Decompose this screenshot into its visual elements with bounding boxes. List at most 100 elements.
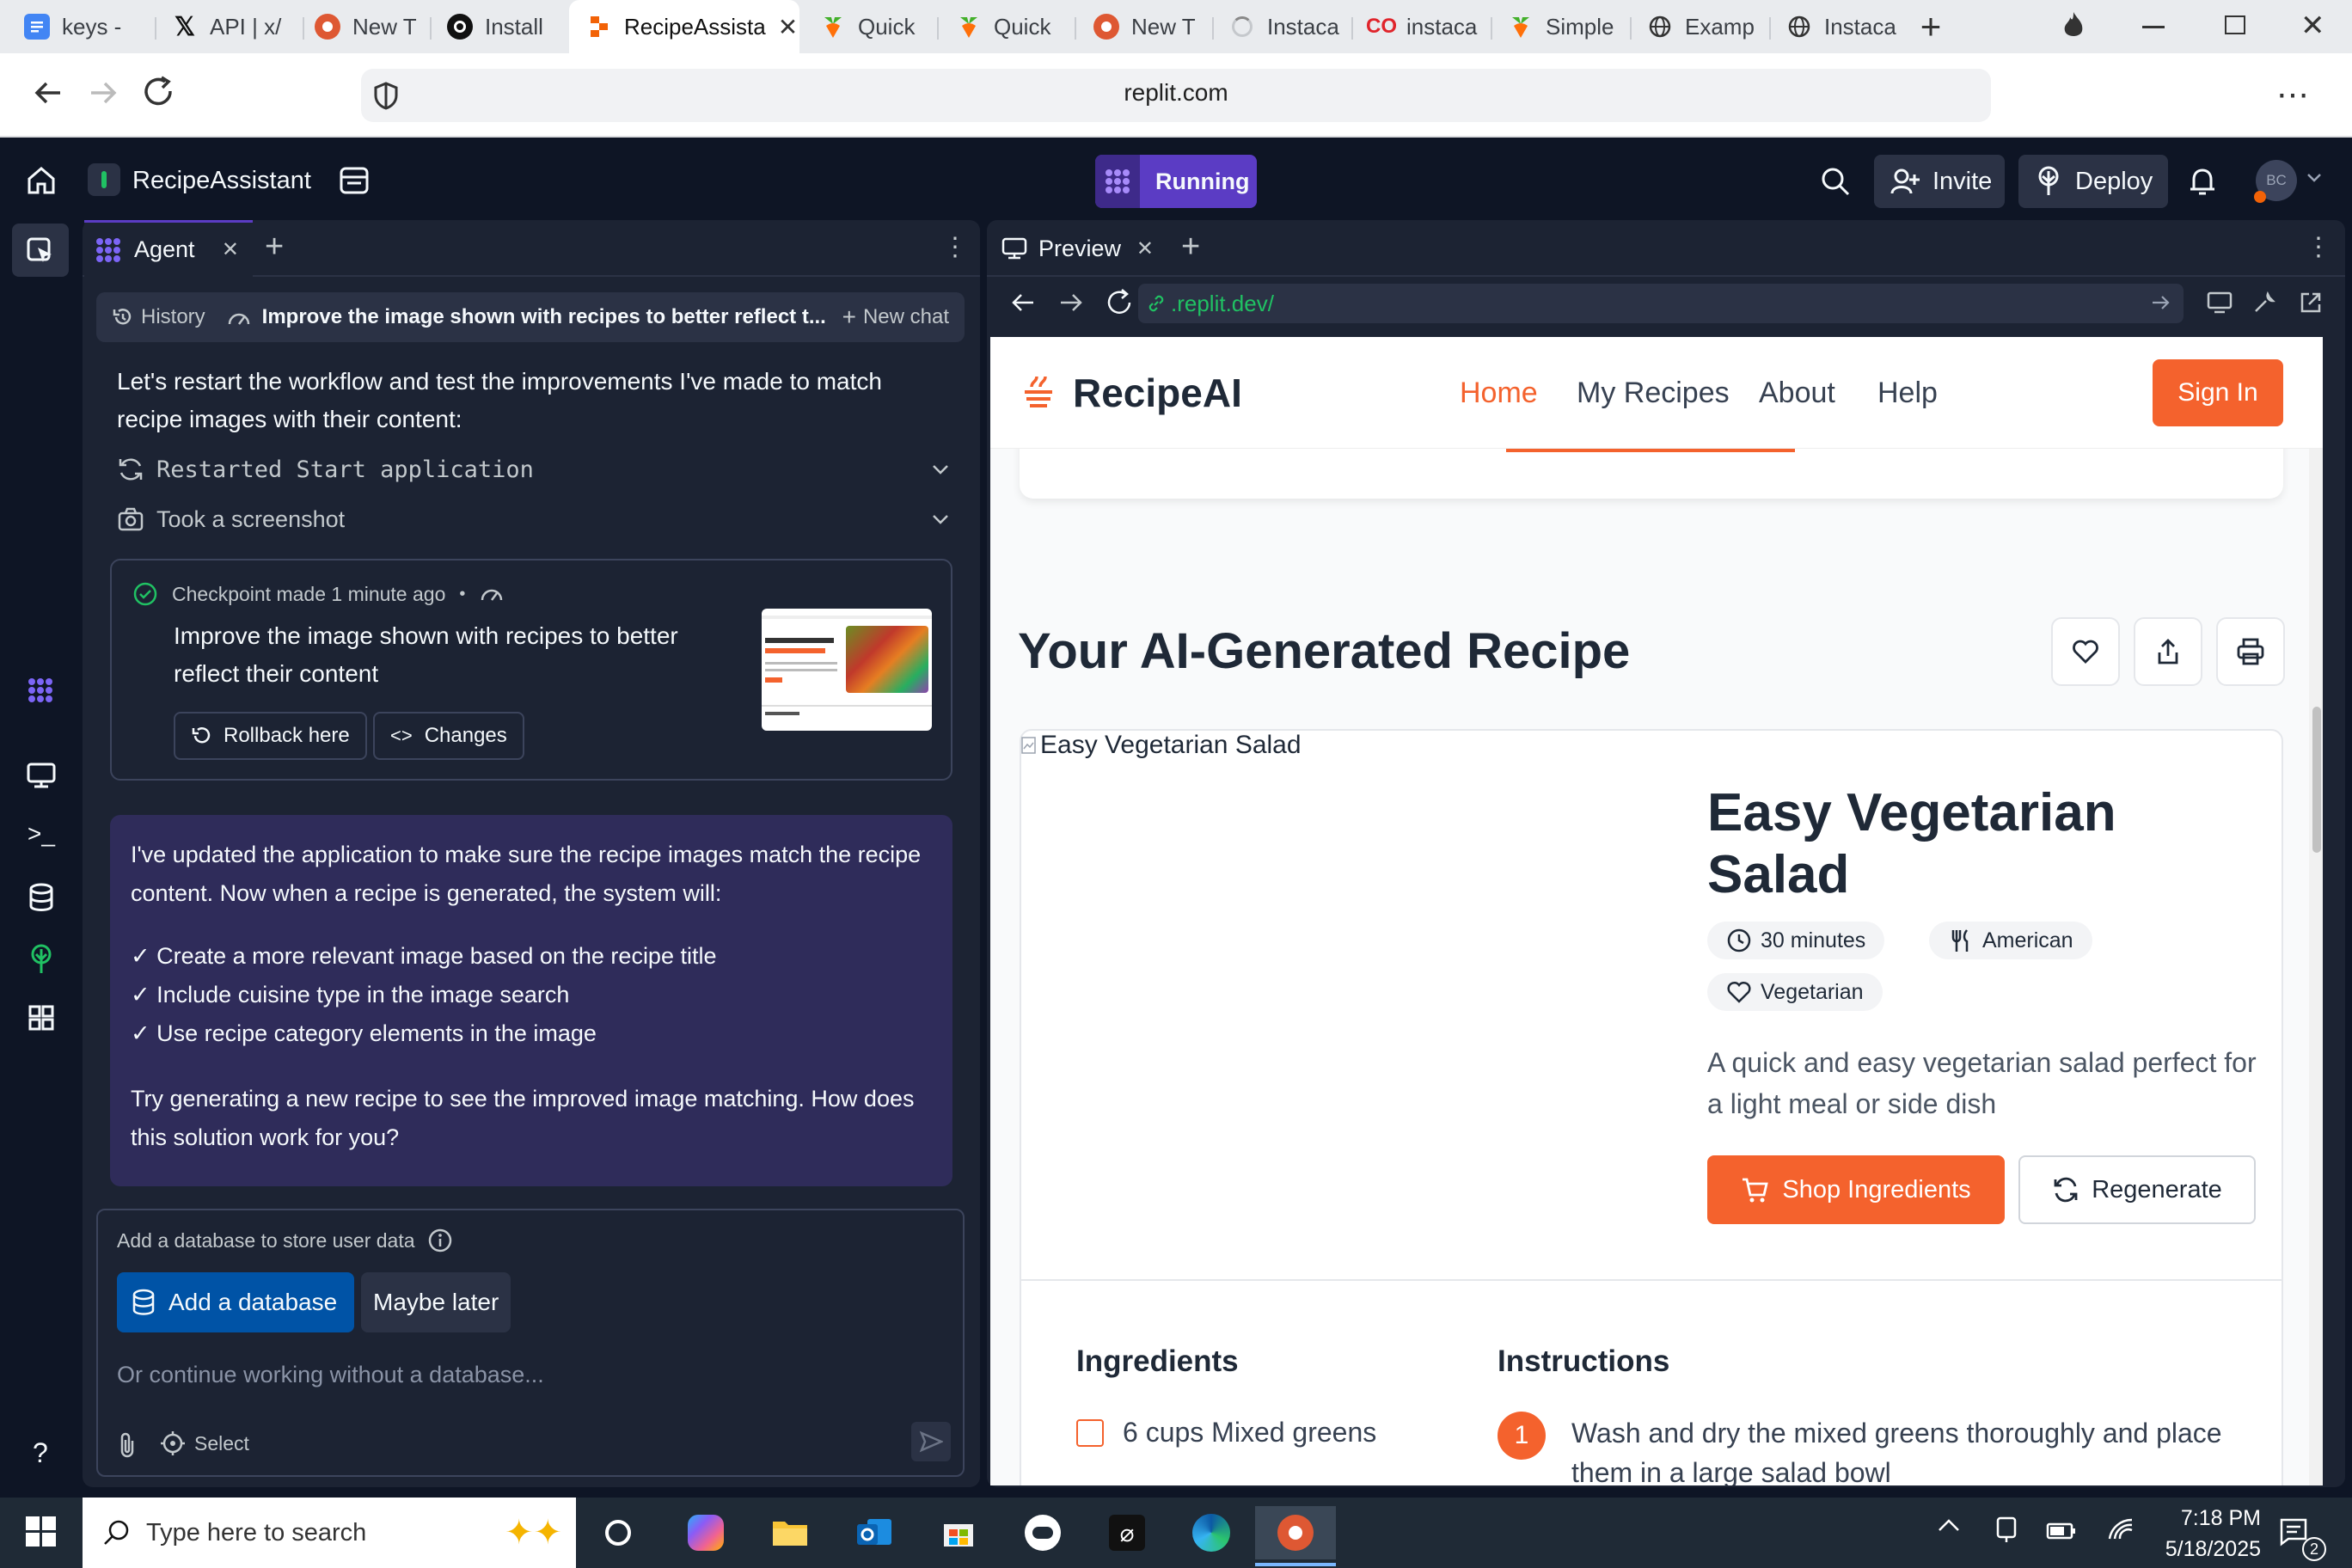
restore-icon[interactable]	[2225, 15, 2245, 34]
taskbar-search[interactable]: Type here to search ✦✦	[83, 1498, 576, 1568]
browser-tab[interactable]: CO instaca	[1351, 7, 1489, 46]
browser-tab[interactable]: Quick	[939, 7, 1068, 46]
cortana-icon[interactable]	[591, 1506, 645, 1559]
paperclip-icon[interactable]	[117, 1430, 138, 1460]
reload-icon[interactable]	[141, 74, 177, 110]
browser-tab[interactable]: Install	[430, 7, 567, 46]
tab-options-icon[interactable]: ⋮	[942, 232, 968, 262]
sign-in-button[interactable]: Sign In	[2153, 359, 2283, 426]
preview-rail-icon[interactable]	[26, 762, 57, 789]
close-tab-icon[interactable]: ✕	[778, 13, 798, 41]
nav-my-recipes[interactable]: My Recipes	[1577, 377, 1730, 410]
share-button[interactable]	[2134, 617, 2202, 686]
help-icon[interactable]: ?	[33, 1437, 48, 1469]
devtools-wrench-icon[interactable]	[2251, 289, 2278, 316]
browser-tab[interactable]: Quick	[803, 7, 932, 46]
preview-reload-icon[interactable]	[1104, 287, 1135, 318]
nav-help[interactable]: Help	[1877, 377, 1938, 410]
copilot-icon[interactable]	[679, 1506, 732, 1559]
go-arrow-icon[interactable]	[2149, 291, 2173, 315]
browser-tab-active[interactable]: RecipeAssista ✕	[569, 0, 799, 53]
devices-icon[interactable]	[2206, 291, 2233, 316]
wifi-icon[interactable]	[2106, 1516, 2135, 1542]
favorite-button[interactable]	[2051, 617, 2120, 686]
toggle-sidebar-icon[interactable]	[12, 224, 69, 277]
windows-start-icon[interactable]	[26, 1516, 57, 1547]
outlook-icon[interactable]	[848, 1506, 901, 1559]
nav-home[interactable]: Home	[1460, 377, 1538, 410]
preview-url-bar[interactable]: .replit.dev/	[1138, 284, 2184, 323]
back-arrow-icon[interactable]	[31, 76, 65, 110]
action-screenshot[interactable]: Took a screenshot	[117, 500, 951, 538]
project-icon[interactable]	[88, 163, 120, 196]
browser-tab[interactable]: Examp	[1630, 7, 1767, 46]
print-button[interactable]	[2216, 617, 2285, 686]
page-scrollbar[interactable]	[2309, 337, 2323, 1485]
regenerate-button[interactable]: Regenerate	[2018, 1155, 2256, 1224]
brand-name[interactable]: RecipeAI	[1073, 370, 1242, 416]
deployments-rail-icon[interactable]	[28, 944, 55, 975]
new-tab-plus-icon[interactable]: +	[1914, 9, 1948, 45]
ingredient-checkbox[interactable]	[1076, 1418, 1104, 1447]
flame-icon[interactable]	[2060, 10, 2087, 41]
meet-now-icon[interactable]	[1993, 1515, 2020, 1544]
tab-preview[interactable]: Preview ✕	[987, 220, 1167, 277]
changes-button[interactable]: <> Changes	[373, 712, 524, 760]
deploy-button[interactable]: Deploy	[2018, 155, 2168, 208]
open-new-tab-icon[interactable]	[2297, 289, 2324, 316]
new-chat-button[interactable]: + New chat	[842, 303, 949, 331]
project-name[interactable]: RecipeAssistant	[132, 167, 311, 195]
add-tab-icon[interactable]: +	[1181, 229, 1200, 266]
nav-about[interactable]: About	[1759, 377, 1835, 410]
minimize-icon[interactable]	[2142, 26, 2165, 28]
browser-tab[interactable]: New T	[1076, 7, 1205, 46]
game-controller-icon[interactable]	[1016, 1506, 1069, 1559]
home-icon[interactable]	[24, 163, 58, 198]
forward-arrow-icon[interactable]	[86, 76, 120, 110]
shell-rail-icon[interactable]: >_	[28, 820, 55, 848]
all-tools-rail-icon[interactable]	[28, 1004, 55, 1032]
shop-ingredients-button[interactable]: Shop Ingredients	[1707, 1155, 2005, 1224]
maybe-later-button[interactable]: Maybe later	[361, 1272, 511, 1332]
chevron-down-icon[interactable]	[2306, 172, 2323, 184]
run-status-button[interactable]: Running	[1095, 155, 1257, 208]
duckduckgo-browser-icon[interactable]	[1255, 1506, 1336, 1559]
preview-forward-icon[interactable]	[1057, 289, 1085, 316]
edge-icon[interactable]	[1185, 1506, 1238, 1559]
workspace-panel-icon[interactable]	[337, 163, 371, 198]
tab-options-icon[interactable]: ⋮	[2306, 232, 2331, 262]
checkpoint-thumbnail[interactable]	[762, 609, 932, 731]
action-restarted[interactable]: Restarted Start application	[117, 450, 951, 488]
add-tab-icon[interactable]: +	[265, 229, 284, 266]
battery-icon[interactable]	[2046, 1522, 2077, 1540]
ms-store-icon[interactable]	[932, 1506, 985, 1559]
browser-tab[interactable]: 𝕏 API | x/	[155, 7, 301, 46]
taskbar-clock[interactable]: 7:18 PM 5/18/2025	[2141, 1503, 2261, 1565]
send-button[interactable]	[911, 1422, 951, 1461]
brand-logo-icon[interactable]	[1018, 373, 1059, 414]
agent-input-field[interactable]: Or continue working without a database..…	[117, 1362, 942, 1400]
file-explorer-icon[interactable]	[763, 1506, 817, 1559]
app-icon[interactable]: ⌀	[1100, 1506, 1154, 1559]
select-element-button[interactable]: Select	[160, 1430, 249, 1456]
show-hidden-icons[interactable]	[1936, 1516, 1962, 1534]
rollback-button[interactable]: Rollback here	[174, 712, 367, 760]
info-icon[interactable]	[427, 1228, 453, 1253]
browser-tab[interactable]: Instaca	[1212, 7, 1350, 46]
close-tab-icon[interactable]: ✕	[1136, 236, 1154, 261]
browser-tab[interactable]: New T	[297, 7, 426, 46]
history-button[interactable]: History	[112, 305, 205, 329]
preview-back-icon[interactable]	[1009, 289, 1037, 316]
browser-tab[interactable]: Instaca	[1769, 7, 1907, 46]
agent-rail-icon[interactable]	[26, 676, 55, 705]
address-bar[interactable]: replit.com	[361, 69, 1991, 122]
invite-button[interactable]: Invite	[1874, 155, 2005, 208]
add-database-button[interactable]: Add a database	[117, 1272, 354, 1332]
close-tab-icon[interactable]: ✕	[222, 237, 239, 262]
database-rail-icon[interactable]	[28, 882, 55, 913]
window-close-icon[interactable]: ✕	[2300, 9, 2325, 43]
browser-tab[interactable]: keys -	[7, 7, 153, 46]
browser-menu-icon[interactable]: ⋯	[2276, 76, 2311, 114]
browser-tab[interactable]: Simple	[1491, 7, 1628, 46]
bell-icon[interactable]	[2187, 165, 2218, 198]
